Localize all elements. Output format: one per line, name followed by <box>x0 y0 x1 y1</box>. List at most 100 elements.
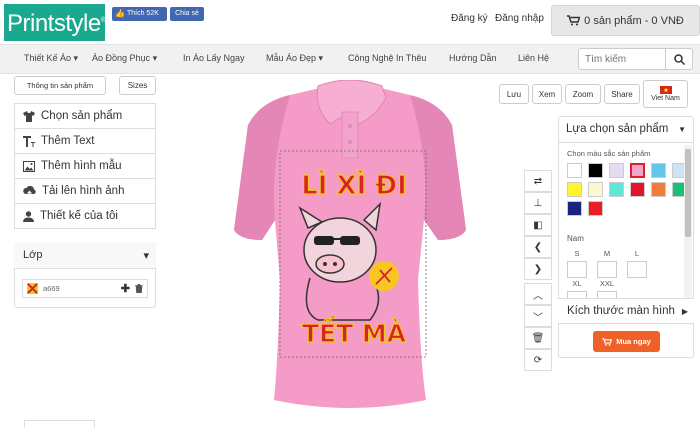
vietnam-flag-icon <box>659 86 672 94</box>
share-button[interactable]: Share <box>604 84 640 104</box>
nav-label: Thiết Kế Áo <box>24 53 72 63</box>
layer-thumbnail <box>27 283 38 294</box>
save-button[interactable]: Lưu <box>499 84 529 104</box>
size-label: XL <box>572 279 582 288</box>
facebook-like-button[interactable]: 👍 Thích 52K <box>112 7 167 21</box>
layer-name: a669 <box>43 284 60 293</box>
color-swatch[interactable] <box>567 182 582 197</box>
facebook-share-button[interactable]: Chia sẻ <box>170 7 204 21</box>
tab-product-info[interactable]: Thông tin sản phẩm <box>14 76 106 95</box>
color-swatch[interactable] <box>609 163 624 178</box>
size-quantity-input[interactable] <box>567 261 587 278</box>
menu-label: Thiết kế của tôi <box>40 210 118 222</box>
buy-now-button[interactable]: Mua ngay <box>593 331 660 352</box>
color-swatches <box>567 163 687 216</box>
chevron-left-icon: ❮ <box>533 241 543 253</box>
move-right-button[interactable]: ❯ <box>524 258 552 280</box>
search-icon <box>673 53 685 65</box>
thumbs-up-icon: 👍 <box>115 9 125 18</box>
size-label: L <box>634 249 640 258</box>
gender-label: Nam <box>567 234 584 243</box>
flip-button[interactable]: ◧ <box>524 214 552 236</box>
image-icon <box>23 160 35 172</box>
nav-item-cong-nghe-in-theu[interactable]: Công Nghệ In Thêu <box>348 53 426 63</box>
logo[interactable]: Printstyle® <box>4 4 106 41</box>
logo-registered-mark: ® <box>100 17 106 24</box>
size-quantity-input[interactable] <box>627 261 647 278</box>
shopping-cart-icon <box>602 337 613 346</box>
color-swatch[interactable] <box>588 201 603 216</box>
product-select-dropdown[interactable]: Lựa chọn sản phẩm ▼ <box>558 116 694 143</box>
design-text-line2[interactable]: TẾT MÀ <box>301 314 407 348</box>
menu-label: Thêm Text <box>41 135 95 147</box>
color-swatch[interactable] <box>630 182 645 197</box>
menu-label: Thêm hình mẫu <box>41 160 122 172</box>
color-swatch[interactable] <box>567 163 582 178</box>
menu-upload-image[interactable]: Tải lên hình ảnh <box>14 178 156 204</box>
zoom-button[interactable]: Zoom <box>565 84 601 104</box>
layer-item[interactable]: a669 ✚ <box>22 279 148 298</box>
dropdown-label: Lựa chọn sản phẩm <box>566 123 669 135</box>
refresh-icon: ⟳ <box>533 354 543 366</box>
chevron-down-icon: ▾ <box>152 53 158 63</box>
nav-item-lien-he[interactable]: Liên Hệ <box>518 53 549 63</box>
color-swatch[interactable] <box>588 182 603 197</box>
color-swatch[interactable] <box>651 163 666 178</box>
menu-add-text[interactable]: Thêm Text <box>14 128 156 154</box>
cart-button[interactable]: 0 sản phẩm - 0 VNĐ <box>551 5 700 36</box>
flip-icon: ◧ <box>533 219 543 231</box>
design-text-line1[interactable]: LÌ XÌ ĐI <box>301 168 408 201</box>
scrollbar[interactable] <box>684 145 692 298</box>
chevron-down-icon: ﹀ <box>533 312 543 324</box>
move-up-button[interactable]: ︿ <box>524 283 552 305</box>
color-swatch[interactable] <box>567 201 582 216</box>
size-quantity-input[interactable] <box>597 261 617 278</box>
nav-item-in-ao-lay-ngay[interactable]: In Áo Lấy Ngay <box>183 53 245 63</box>
swap-icon: ⇄ <box>533 175 543 187</box>
chevron-up-icon: ︿ <box>533 290 543 302</box>
align-icon: ⊥ <box>533 197 543 209</box>
move-left-button[interactable]: ❮ <box>524 236 552 258</box>
nav-item-ao-dong-phuc[interactable]: Áo Đồng Phục ▾ <box>92 53 157 64</box>
preview-button[interactable]: Xem <box>532 84 562 104</box>
reset-button[interactable]: ⟳ <box>524 349 552 371</box>
screen-size-row[interactable]: Kích thước màn hình ▶ <box>558 298 694 324</box>
chevron-down-icon: ▾ <box>143 249 149 262</box>
menu-choose-product[interactable]: Chọn sản phẩm <box>14 103 156 129</box>
user-icon <box>23 210 34 222</box>
trash-icon[interactable] <box>135 284 143 293</box>
nav-label: In Áo Lấy Ngay <box>183 53 245 63</box>
nav-item-huong-dan[interactable]: Hướng Dẫn <box>449 53 496 63</box>
screen-size-label: Kích thước màn hình <box>567 305 675 317</box>
menu-my-designs[interactable]: Thiết kế của tôi <box>14 203 156 229</box>
facebook-like-label: Thích 52K <box>126 10 159 17</box>
size-label: S <box>574 249 580 258</box>
search-input[interactable] <box>578 48 666 70</box>
chevron-down-icon: ▾ <box>73 53 79 63</box>
menu-add-clipart[interactable]: Thêm hình mẫu <box>14 153 156 179</box>
color-swatch[interactable] <box>651 182 666 197</box>
language-button[interactable]: Viet Nam <box>643 80 688 108</box>
scrollbar-thumb[interactable] <box>685 149 691 237</box>
swap-button[interactable]: ⇄ <box>524 170 552 192</box>
text-icon <box>23 135 35 147</box>
language-label: Viet Nam <box>651 95 680 102</box>
align-center-button[interactable]: ⊥ <box>524 192 552 214</box>
search-button[interactable] <box>665 48 693 70</box>
nav-label: Liên Hệ <box>518 53 550 63</box>
nav-item-thiet-ke-ao[interactable]: Thiết Kế Áo ▾ <box>24 53 78 64</box>
color-swatch[interactable] <box>630 163 645 178</box>
login-link[interactable]: Đăng nhập <box>495 13 544 24</box>
color-swatch[interactable] <box>588 163 603 178</box>
color-section-title: Chọn màu sắc sản phẩm <box>567 149 651 158</box>
nav-item-mau-ao-dep[interactable]: Mẫu Áo Đẹp ▾ <box>266 53 323 64</box>
move-down-button[interactable]: ﹀ <box>524 305 552 327</box>
layers-header[interactable]: Lớp ▾ <box>14 242 156 269</box>
color-swatch[interactable] <box>609 182 624 197</box>
chevron-right-icon: ❯ <box>533 263 543 275</box>
delete-button[interactable]: 🗑 <box>524 327 552 349</box>
chevron-down-icon: ▼ <box>678 124 686 134</box>
register-link[interactable]: Đăng ký <box>451 13 488 24</box>
move-icon[interactable]: ✚ <box>121 282 130 295</box>
tab-sizes[interactable]: Sizes <box>119 76 156 95</box>
